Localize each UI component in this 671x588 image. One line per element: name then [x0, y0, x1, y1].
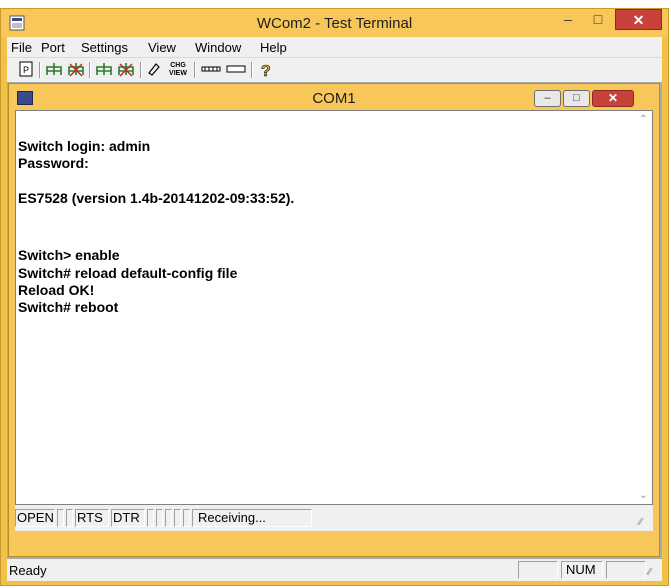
- page-icon[interactable]: P: [17, 61, 35, 79]
- main-window: WCom2 - Test Terminal – □ ✕ File Port Se…: [0, 8, 669, 586]
- restore-icon: □: [573, 92, 580, 104]
- status-panel-scroll: [606, 561, 646, 579]
- toolbar-separator: [194, 62, 196, 78]
- vertical-scrollbar[interactable]: ⌃ ⌄: [635, 111, 652, 504]
- menu-settings[interactable]: Settings: [81, 40, 128, 55]
- client-area: File Port Settings View Window Help P CH…: [7, 37, 662, 581]
- scroll-down-icon[interactable]: ⌄: [638, 490, 649, 501]
- terminal-line: Reload OK!: [18, 282, 95, 298]
- status-bar: Ready NUM ∕∕: [7, 559, 662, 581]
- open-indicator: OPEN: [15, 509, 55, 527]
- menu-window[interactable]: Window: [195, 40, 241, 55]
- menu-port[interactable]: Port: [41, 40, 65, 55]
- mdi-area: COM1 – □ ✕ Switch login: admin Password:: [7, 82, 662, 559]
- toolbar-separator: [251, 62, 253, 78]
- chg-view-label-bottom: VIEW: [169, 70, 187, 77]
- close-icon: ✕: [607, 91, 619, 105]
- menu-bar: File Port Settings View Window Help: [7, 37, 662, 57]
- status-indicator: [66, 509, 73, 527]
- maximize-icon: □: [593, 11, 603, 27]
- background-page-strip: [0, 0, 671, 8]
- toolbar-separator: [140, 62, 142, 78]
- terminal-line: Switch login: admin: [18, 138, 151, 154]
- status-indicator: [174, 509, 181, 527]
- menu-view[interactable]: View: [148, 40, 176, 55]
- child-title-bar[interactable]: COM1 – □ ✕: [9, 84, 659, 111]
- connect-all-icon[interactable]: [95, 61, 113, 79]
- status-indicator: [147, 509, 154, 527]
- terminal-line: Switch# reboot: [18, 299, 119, 315]
- receiving-status: Receiving...: [192, 509, 312, 527]
- help-icon[interactable]: ?: [257, 61, 275, 81]
- window-icon[interactable]: [225, 61, 247, 79]
- terminal-line: Switch> enable: [18, 247, 120, 263]
- status-ready: Ready: [9, 563, 47, 578]
- port-status-bar: OPEN RTS DTR Receiving... ∕∕: [15, 505, 653, 531]
- close-button[interactable]: ✕: [615, 9, 662, 30]
- resize-grip-icon[interactable]: ∕∕: [639, 517, 651, 529]
- maximize-button[interactable]: □: [584, 9, 612, 30]
- status-indicator: [57, 509, 64, 527]
- eraser-icon[interactable]: [145, 61, 163, 79]
- title-bar[interactable]: WCom2 - Test Terminal – □ ✕: [1, 9, 668, 37]
- connect-icon[interactable]: [45, 61, 63, 79]
- scroll-up-icon[interactable]: ⌃: [638, 114, 649, 125]
- terminal-line: Switch# reload default-config file: [18, 265, 238, 281]
- minimize-icon: –: [564, 11, 572, 27]
- status-indicator: [165, 509, 172, 527]
- child-close-button[interactable]: ✕: [592, 90, 634, 107]
- port-config-icon[interactable]: [200, 61, 222, 79]
- dtr-indicator: DTR: [111, 509, 145, 527]
- toolbar: P CHG VIEW ?: [7, 57, 662, 83]
- status-indicator: [183, 509, 190, 527]
- status-panel-num: NUM: [561, 561, 603, 579]
- toolbar-separator: [39, 62, 41, 78]
- resize-grip-icon[interactable]: ∕∕: [648, 567, 660, 579]
- rts-indicator: RTS: [75, 509, 109, 527]
- terminal-output[interactable]: Switch login: admin Password: ES7528 (ve…: [15, 110, 653, 505]
- menu-file[interactable]: File: [11, 40, 32, 55]
- svg-text:?: ?: [261, 63, 271, 79]
- svg-text:P: P: [23, 65, 29, 75]
- disconnect-all-icon[interactable]: [117, 61, 135, 79]
- chg-view-icon[interactable]: CHG VIEW: [167, 62, 189, 80]
- terminal-line: Password:: [18, 155, 89, 171]
- minimize-icon: –: [544, 92, 551, 104]
- child-restore-button[interactable]: □: [563, 90, 590, 107]
- toolbar-separator: [89, 62, 91, 78]
- minimize-button[interactable]: –: [554, 9, 582, 30]
- child-window-title: COM1: [312, 90, 356, 107]
- child-minimize-button[interactable]: –: [534, 90, 561, 107]
- disconnect-icon[interactable]: [67, 61, 85, 79]
- close-icon: ✕: [632, 12, 645, 28]
- menu-help[interactable]: Help: [260, 40, 287, 55]
- terminal-line: ES7528 (version 1.4b-20141202-09:33:52).: [18, 190, 295, 206]
- com1-window: COM1 – □ ✕ Switch login: admin Password:: [8, 83, 660, 557]
- status-indicator: [156, 509, 163, 527]
- status-panel-caps: [518, 561, 558, 579]
- chg-view-label-top: CHG: [170, 62, 186, 69]
